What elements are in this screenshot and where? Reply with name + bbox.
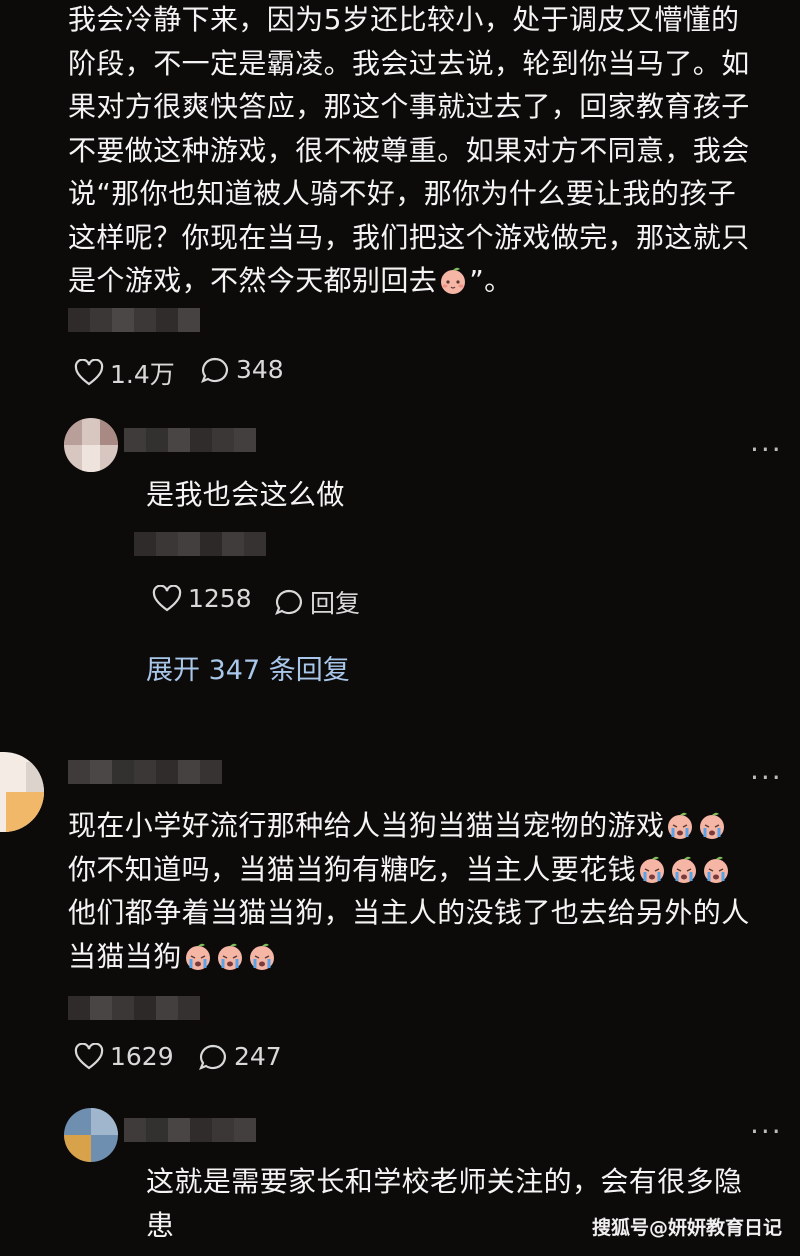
reply-like-count: 1258: [188, 584, 252, 613]
watermark: 搜狐号@妍妍教育日记: [591, 1217, 782, 1239]
reply-text: 是我也会这么做: [146, 478, 345, 511]
blurred-meta: [68, 996, 200, 1020]
comment-line: 他们都争着当猫当狗，当主人的没钱了也去给另外的人: [68, 896, 750, 929]
more-dots-icon[interactable]: ···: [750, 764, 783, 792]
post-like-count: 1.4万: [110, 360, 175, 389]
post-line: 我会冷静下来，因为5岁还比较小，处于调皮又懵懂的: [68, 3, 740, 36]
comment-like-button[interactable]: 1629: [74, 1042, 174, 1071]
comment-line-text: 你不知道吗，当猫当狗有糖吃，当主人要花钱: [68, 852, 637, 886]
post-line-text: ”。: [469, 264, 513, 297]
more-dots-icon[interactable]: ···: [750, 1118, 783, 1146]
post-comment-count: 348: [236, 355, 284, 384]
peach-face-emoji: [437, 264, 469, 294]
avatar[interactable]: [64, 1108, 118, 1162]
reply-line: 这就是需要家长和学校老师关注的，会有很多隐: [146, 1165, 743, 1198]
comment-line: 你不知道吗，当猫当狗有糖吃，当主人要花钱: [68, 848, 788, 892]
expand-replies-link[interactable]: 展开 347 条回复: [146, 648, 350, 687]
post-line: 阶段，不一定是霸凌。我会过去说，轮到你当马了。如: [68, 46, 750, 80]
crying-face-emoji: [246, 940, 278, 970]
post-line: 不要做这种游戏，很不被尊重。如果对方不同意，我会: [68, 133, 750, 167]
heart-icon: [152, 584, 182, 611]
comment-bubble-icon: [199, 1044, 226, 1070]
blurred-username: [68, 760, 222, 784]
crying-face-emoji: [182, 940, 214, 970]
avatar[interactable]: [64, 418, 118, 472]
reply-label: 回复: [310, 589, 361, 618]
heart-icon: [74, 1042, 104, 1069]
post-line-text: 是个游戏，不然今天都别回去: [68, 264, 438, 297]
comment-line-text: 当猫当狗: [68, 939, 182, 973]
blurred-meta: [134, 532, 266, 556]
comment-bubble-icon: [201, 357, 228, 383]
more-dots-icon[interactable]: ···: [750, 436, 783, 464]
heart-icon: [74, 359, 104, 386]
comment-line: 现在小学好流行那种给人当狗当猫当宠物的游戏: [68, 804, 788, 848]
crying-face-emoji: [696, 809, 728, 839]
post-line: 是个游戏，不然今天都别回去 ”。: [68, 259, 788, 303]
comment-bubble-icon: [275, 589, 302, 615]
blurred-username: [124, 1118, 256, 1142]
reply-like-button[interactable]: 1258: [152, 584, 252, 613]
post-body: 我会冷静下来，因为5岁还比较小，处于调皮又懵懂的 阶段，不一定是霸凌。我会过去说…: [68, 0, 788, 303]
comment-body: 现在小学好流行那种给人当狗当猫当宠物的游戏 你不知道吗，当猫当狗有糖吃，当主人要…: [68, 804, 788, 978]
comment-reply-button[interactable]: 247: [198, 1042, 282, 1071]
crying-face-emoji: [664, 809, 696, 839]
post-line: 这样呢？你现在当马，我们把这个游戏做完，那这就只: [68, 220, 750, 254]
crying-face-emoji: [214, 940, 246, 970]
comment-line-text: 现在小学好流行那种给人当狗当猫当宠物的游戏: [68, 809, 665, 842]
post-line: 说“那你也知道被人骑不好，那你为什么要让我的孩子: [68, 177, 737, 210]
comment-line: 当猫当狗: [68, 935, 788, 979]
comment-like-count: 1629: [110, 1042, 174, 1071]
crying-face-emoji: [668, 853, 700, 883]
blurred-username: [124, 428, 256, 452]
comment-reply-count: 247: [234, 1042, 282, 1071]
post-comment-button[interactable]: 348: [200, 355, 284, 384]
crying-face-emoji: [700, 853, 732, 883]
post-like-button[interactable]: 1.4万: [74, 355, 175, 391]
post-line: 果对方很爽快答应，那这个事就过去了，回家教育孩子: [68, 90, 750, 123]
blurred-meta: [68, 308, 200, 332]
reply-button[interactable]: 回复: [274, 584, 360, 620]
crying-face-emoji: [636, 853, 668, 883]
avatar[interactable]: [0, 752, 44, 832]
